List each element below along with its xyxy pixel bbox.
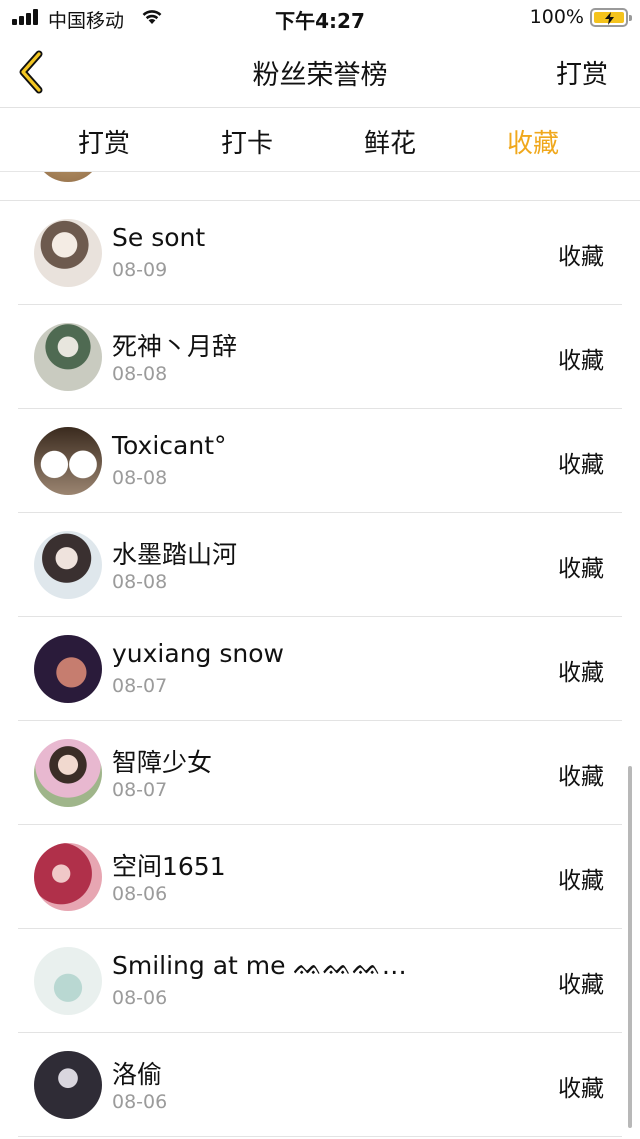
avatar <box>34 1051 102 1119</box>
list-item[interactable]: Toxicant° 08-08 收藏 <box>0 409 640 513</box>
date: 08-08 <box>112 467 168 489</box>
action-label: 收藏 <box>558 660 604 686</box>
list-item[interactable]: 智障少女 08-07 收藏 <box>0 721 640 825</box>
action-label: 收藏 <box>558 1076 604 1102</box>
avatar <box>34 427 102 495</box>
date: 08-07 <box>112 779 168 801</box>
list-item[interactable]: 空间1651 08-06 收藏 <box>0 825 640 929</box>
tab-checkin[interactable]: 打卡 <box>221 123 273 160</box>
date: 08-06 <box>112 883 168 905</box>
avatar <box>34 947 102 1015</box>
tab-flowers[interactable]: 鲜花 <box>364 123 416 160</box>
date: 08-08 <box>112 363 168 385</box>
list-item[interactable]: 水墨踏山河 08-08 收藏 <box>0 513 640 617</box>
user-name: Toxicant° <box>112 431 227 460</box>
list-item[interactable]: 死神丶月辞 08-08 收藏 <box>0 305 640 409</box>
battery-percentage: 100% <box>529 6 584 28</box>
list-item[interactable]: Smiling at me ᨐᨐᨐ… 08-06 收藏 <box>0 929 640 1033</box>
user-name: 洛偷 <box>112 1060 163 1089</box>
date: 08-09 <box>112 259 168 281</box>
avatar <box>34 635 102 703</box>
tab-favorites[interactable]: 收藏 <box>507 123 559 160</box>
action-label: 收藏 <box>558 972 604 998</box>
action-label: 收藏 <box>558 244 604 270</box>
user-name: 智障少女 <box>112 748 213 777</box>
date: 08-06 <box>112 1091 168 1113</box>
user-name: Smiling at me ᨐᨐᨐ… <box>112 951 407 980</box>
user-name: 空间1651 <box>112 852 226 881</box>
user-name: 水墨踏山河 <box>112 540 238 569</box>
list-item[interactable]: 洛偷 08-06 收藏 <box>0 1033 640 1137</box>
tab-reward[interactable]: 打赏 <box>78 123 130 160</box>
avatar <box>34 219 102 287</box>
user-name: yuxiang snow <box>112 639 284 668</box>
date: 08-06 <box>112 987 168 1009</box>
list-item[interactable]: yuxiang snow 08-07 收藏 <box>0 617 640 721</box>
date: 08-08 <box>112 571 168 593</box>
page-title: 粉丝荣誉榜 <box>252 60 388 91</box>
avatar <box>34 739 102 807</box>
action-label: 收藏 <box>558 868 604 894</box>
reward-button[interactable]: 打赏 <box>556 54 608 91</box>
tab-bar: 打赏 打卡 鲜花 收藏 <box>0 109 640 172</box>
user-name: Se sont <box>112 223 206 252</box>
navigation-bar: 粉丝荣誉榜 打赏 <box>0 36 640 108</box>
status-bar: 中国移动 下午4:27 100% <box>0 0 640 36</box>
list-item[interactable]: Se sont 08-09 收藏 <box>0 201 640 305</box>
scrollbar[interactable] <box>628 766 632 1128</box>
fan-list: Se sont 08-09 收藏 死神丶月辞 08-08 收藏 Toxicant… <box>0 172 640 1139</box>
action-label: 收藏 <box>558 556 604 582</box>
avatar <box>34 323 102 391</box>
list-item-partial[interactable] <box>0 172 640 201</box>
avatar <box>34 843 102 911</box>
battery-icon <box>590 8 632 27</box>
action-label: 收藏 <box>558 348 604 374</box>
date: 08-07 <box>112 675 168 697</box>
user-name: 死神丶月辞 <box>112 332 238 361</box>
action-label: 收藏 <box>558 764 604 790</box>
avatar <box>34 172 102 182</box>
action-label: 收藏 <box>558 452 604 478</box>
avatar <box>34 531 102 599</box>
